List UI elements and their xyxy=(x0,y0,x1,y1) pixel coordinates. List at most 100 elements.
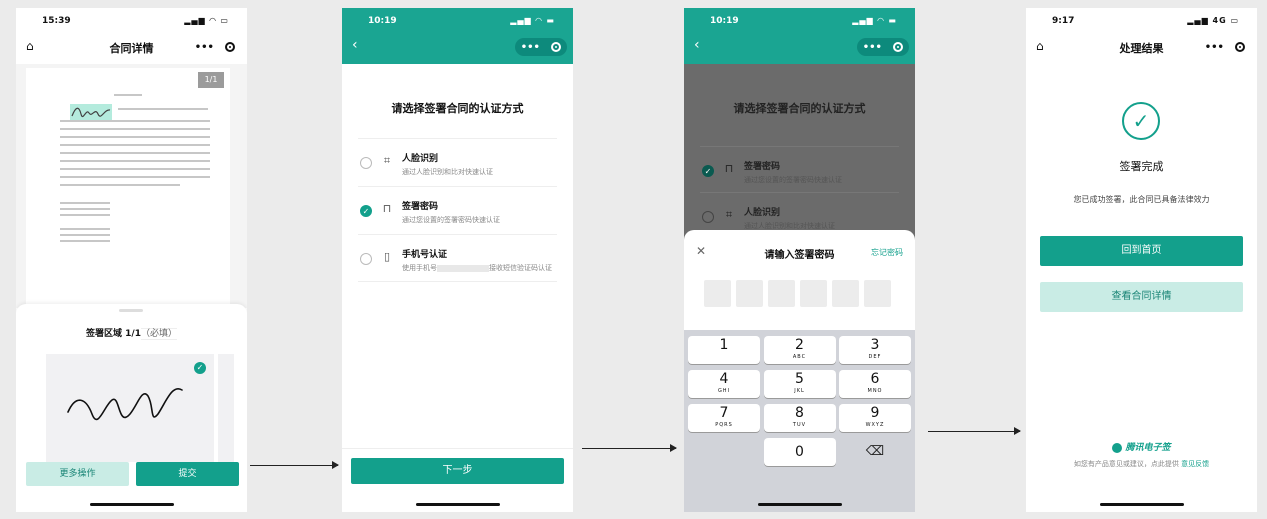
keypad-row: 0 ⌫ xyxy=(688,438,911,466)
status-time: 10:19 xyxy=(710,16,739,26)
more-dots-icon[interactable]: ••• xyxy=(863,42,882,53)
auth-option-phone[interactable]: ▯ 手机号认证 使用手机号 接收短信验证码认证 xyxy=(358,234,557,282)
key-5[interactable]: 5 JKL xyxy=(763,370,836,398)
password-input-cells[interactable] xyxy=(704,280,891,307)
key-letters: PQRS xyxy=(715,422,733,428)
sign-area-title-text: 签署区域 1/1 xyxy=(86,329,141,339)
face-scan-icon: ⌗ xyxy=(383,154,391,167)
key-letters: GHI xyxy=(717,388,731,394)
key-6[interactable]: 6 MNO xyxy=(839,370,911,398)
sheet-grab-handle[interactable] xyxy=(119,309,143,312)
keypad-row: 7 PQRS 8 TUV 9 WXYZ xyxy=(688,404,911,432)
brand-logo: 腾讯电子签 xyxy=(1026,440,1257,453)
status-time: 9:17 xyxy=(1052,16,1075,26)
record-icon[interactable] xyxy=(893,42,904,52)
key-digit: 7 xyxy=(719,405,729,421)
radio-unchecked[interactable] xyxy=(360,157,372,169)
masked-phone-number xyxy=(437,264,489,272)
success-check-icon: ✓ xyxy=(1122,102,1160,140)
brand-name: 腾讯电子签 xyxy=(1125,443,1171,453)
auth-option-list: ⌗ 人脸识别 通过人脸识别和比对快速认证 ✓ ⊓ 签署密码 通过您设置的签署密码… xyxy=(358,138,557,282)
back-home-button[interactable]: 回到首页 xyxy=(1040,236,1243,266)
flow-arrow xyxy=(928,427,1021,435)
back-chevron-icon[interactable]: ‹ xyxy=(694,37,700,53)
party-a-line xyxy=(60,202,110,204)
numeric-keypad: 1 2 ABC 3 DEF 4 GHI 5 JKL 6 MNO 7 PQRS 8 TUV 9W… xyxy=(684,330,915,512)
password-cell xyxy=(832,280,859,307)
screen-result: 9:17 ▂▄▆ 4G ▭ ⌂ 处理结果 ••• ✓ 签署完成 您已成功签署，此… xyxy=(1026,8,1257,512)
document-text-line xyxy=(60,136,210,138)
key-4[interactable]: 4 GHI xyxy=(688,370,760,398)
auth-question: 请选择签署合同的认证方式 xyxy=(391,102,524,115)
lock-icon: ⊓ xyxy=(724,162,734,175)
signal-network-battery-icon: ▂▄▆ 4G ▭ xyxy=(1187,16,1239,25)
key-2[interactable]: 2 ABC xyxy=(763,336,836,364)
view-contract-button[interactable]: 查看合同详情 xyxy=(1040,282,1243,312)
key-0[interactable]: 0 xyxy=(763,438,836,466)
auth-option-desc-prefix: 使用手机号 xyxy=(402,264,437,272)
key-8[interactable]: 8 TUV xyxy=(763,404,836,432)
auth-option-face[interactable]: ⌗ 人脸识别 通过人脸识别和比对快速认证 xyxy=(358,138,557,186)
password-cell xyxy=(864,280,891,307)
document-text-line xyxy=(118,108,208,110)
signature-stroke-icon xyxy=(71,107,111,118)
signature-pad-scroll xyxy=(218,354,234,462)
submit-button[interactable]: 提交 xyxy=(136,462,239,486)
party-b-line xyxy=(60,234,110,236)
nav-bar: ⌂ 处理结果 ••• xyxy=(1026,34,1257,60)
party-a-line xyxy=(60,208,110,210)
backspace-icon[interactable]: ⌫ xyxy=(839,438,911,466)
forgot-password-link[interactable]: 忘记密码 xyxy=(871,247,903,258)
divider xyxy=(342,448,573,449)
record-icon[interactable] xyxy=(225,42,236,52)
auth-option-desc: 通过您设置的签署密码快速认证 xyxy=(402,216,500,224)
radio-unchecked[interactable] xyxy=(360,253,372,265)
signature-thumbnail[interactable] xyxy=(70,104,112,120)
record-icon[interactable] xyxy=(1235,42,1246,52)
back-chevron-icon[interactable]: ‹ xyxy=(352,37,358,53)
key-1[interactable]: 1 xyxy=(688,336,760,364)
key-digit: 6 xyxy=(870,371,880,387)
more-dots-icon[interactable]: ••• xyxy=(521,42,540,53)
record-icon[interactable] xyxy=(551,42,562,52)
auth-option-password[interactable]: ✓ ⊓ 签署密码 通过您设置的签署密码快速认证 xyxy=(358,186,557,234)
keypad-row: 1 2 ABC 3 DEF xyxy=(688,336,911,364)
document-viewer[interactable]: 1/1 xyxy=(16,64,247,308)
signature-pad[interactable]: ✓ xyxy=(46,354,214,462)
key-7[interactable]: 7 PQRS xyxy=(688,404,760,432)
nav-bar: ⌂ 合同详情 ••• xyxy=(16,34,247,60)
auth-option-desc: 通过您设置的签署密码快速认证 xyxy=(744,176,842,184)
document-text-line xyxy=(60,120,210,122)
sign-area-title: 签署区域 1/1（必填） xyxy=(16,326,247,340)
key-digit: 1 xyxy=(719,337,729,353)
key-3[interactable]: 3 DEF xyxy=(839,336,911,364)
more-dots-icon[interactable]: ••• xyxy=(195,42,214,53)
nav-bar: ‹ ••• xyxy=(684,34,915,60)
document-page: 1/1 xyxy=(26,68,230,306)
key-letters: MNO xyxy=(867,388,883,394)
auth-option-name: 手机号认证 xyxy=(402,250,448,260)
home-indicator xyxy=(416,503,500,506)
document-text-line xyxy=(60,160,210,162)
home-indicator xyxy=(90,503,174,506)
key-9[interactable]: 9 WXYZ xyxy=(839,404,911,432)
feedback-link[interactable]: 意见反馈 xyxy=(1181,460,1209,468)
handwritten-signature-icon xyxy=(67,388,183,421)
more-actions-button[interactable]: 更多操作 xyxy=(26,462,129,486)
party-b-line xyxy=(60,240,110,242)
more-dots-icon[interactable]: ••• xyxy=(1205,42,1224,53)
key-letters: DEF xyxy=(868,354,882,360)
key-digit: 9 xyxy=(870,405,880,421)
auth-option-name: 签署密码 xyxy=(402,202,439,212)
auth-option-desc: 使用手机号 接收短信验证码认证 xyxy=(402,263,552,273)
mini-program-capsule: ••• xyxy=(1199,38,1251,56)
radio-checked[interactable]: ✓ xyxy=(360,205,372,217)
document-text-line xyxy=(60,168,210,170)
key-digit: 8 xyxy=(795,405,804,421)
password-cell xyxy=(800,280,827,307)
nav-bar: ‹ ••• xyxy=(342,34,573,60)
lock-icon: ⊓ xyxy=(382,202,392,215)
password-cell xyxy=(736,280,763,307)
next-step-button[interactable]: 下一步 xyxy=(351,458,564,484)
brand-icon xyxy=(1112,442,1123,453)
